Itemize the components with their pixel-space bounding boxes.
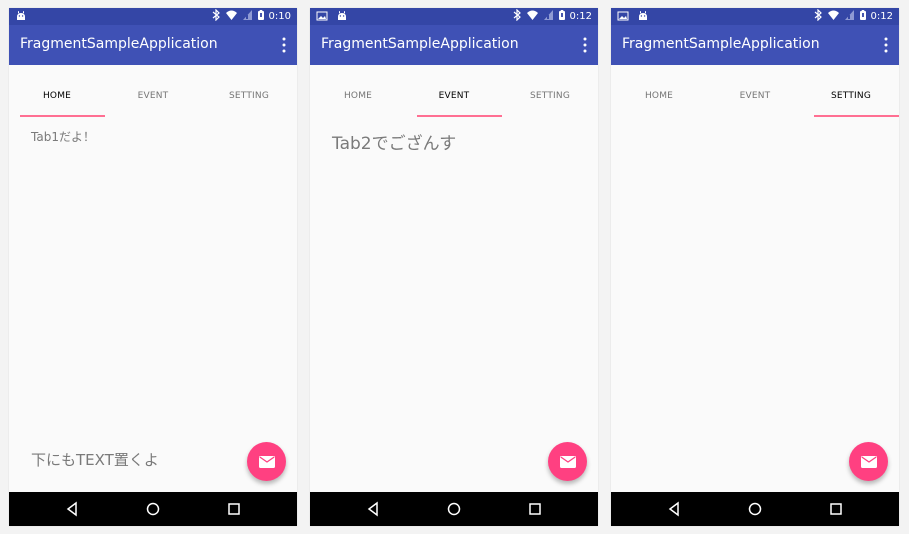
tab-event[interactable]: EVENT — [105, 65, 201, 117]
navigation-bar — [9, 492, 297, 526]
recents-icon[interactable] — [828, 501, 844, 517]
android-icon — [637, 10, 649, 25]
image-icon — [316, 10, 328, 25]
back-icon[interactable] — [64, 501, 80, 517]
bluetooth-icon — [211, 8, 221, 24]
wifi-icon — [225, 9, 238, 24]
content-text: Tab1だよ！ — [31, 130, 95, 144]
app-title: FragmentSampleApplication — [622, 36, 820, 52]
status-time: 0:12 — [569, 10, 592, 22]
bluetooth-icon — [512, 8, 522, 24]
image-icon — [617, 10, 629, 25]
status-bar: 0:12 — [310, 8, 598, 25]
battery-icon — [859, 9, 867, 24]
app-bar: FragmentSampleApplication — [611, 25, 899, 65]
signal-icon — [543, 9, 554, 24]
tab-home[interactable]: HOME — [9, 65, 105, 117]
status-right: 0:10 — [211, 8, 291, 24]
mail-icon — [559, 455, 576, 468]
phone-screen-setting: 0:12 FragmentSampleApplication HOME EVEN… — [611, 8, 899, 526]
battery-icon — [257, 9, 265, 24]
recents-icon[interactable] — [226, 501, 242, 517]
app-title: FragmentSampleApplication — [20, 36, 218, 52]
status-bar: 0:10 — [9, 8, 297, 25]
home-icon[interactable] — [747, 501, 763, 517]
tab-setting[interactable]: SETTING — [803, 65, 899, 117]
bottom-text: 下にもTEXT置くよ — [31, 451, 159, 469]
mail-icon — [258, 455, 275, 468]
wifi-icon — [827, 9, 840, 24]
phone-screen-home: 0:10 FragmentSampleApplication HOME EVEN… — [9, 8, 297, 526]
bluetooth-icon — [813, 8, 823, 24]
more-vert-icon[interactable] — [882, 35, 890, 55]
content-text: Tab2でござんす — [332, 134, 457, 154]
back-icon[interactable] — [666, 501, 682, 517]
tab-event[interactable]: EVENT — [406, 65, 502, 117]
app-title: FragmentSampleApplication — [321, 36, 519, 52]
status-left — [617, 10, 649, 25]
app-bar: FragmentSampleApplication — [310, 25, 598, 65]
signal-icon — [844, 9, 855, 24]
tab-event[interactable]: EVENT — [707, 65, 803, 117]
phone-screen-event: 0:12 FragmentSampleApplication HOME EVEN… — [310, 8, 598, 526]
navigation-bar — [611, 492, 899, 526]
status-time: 0:12 — [870, 10, 893, 22]
battery-icon — [558, 9, 566, 24]
wifi-icon — [526, 9, 539, 24]
android-icon — [336, 10, 348, 25]
mail-fab-button[interactable] — [849, 442, 888, 481]
tab-home[interactable]: HOME — [611, 65, 707, 117]
status-time: 0:10 — [268, 10, 291, 22]
tab-setting[interactable]: SETTING — [502, 65, 598, 117]
status-right: 0:12 — [512, 8, 592, 24]
android-icon — [15, 10, 27, 25]
recents-icon[interactable] — [527, 501, 543, 517]
home-icon[interactable] — [446, 501, 462, 517]
signal-icon — [242, 9, 253, 24]
status-left — [15, 10, 27, 25]
mail-fab-button[interactable] — [548, 442, 587, 481]
tab-setting[interactable]: SETTING — [201, 65, 297, 117]
more-vert-icon[interactable] — [280, 35, 288, 55]
page: 0:10 FragmentSampleApplication HOME EVEN… — [0, 0, 909, 534]
status-left — [316, 10, 348, 25]
tab-bar: HOME EVENT SETTING — [310, 65, 598, 117]
mail-fab-button[interactable] — [247, 442, 286, 481]
mail-icon — [860, 455, 877, 468]
status-right: 0:12 — [813, 8, 893, 24]
tab-home[interactable]: HOME — [310, 65, 406, 117]
navigation-bar — [310, 492, 598, 526]
tab-bar: HOME EVENT SETTING — [611, 65, 899, 117]
back-icon[interactable] — [365, 501, 381, 517]
more-vert-icon[interactable] — [581, 35, 589, 55]
home-icon[interactable] — [145, 501, 161, 517]
status-bar: 0:12 — [611, 8, 899, 25]
app-bar: FragmentSampleApplication — [9, 25, 297, 65]
tab-bar: HOME EVENT SETTING — [9, 65, 297, 117]
